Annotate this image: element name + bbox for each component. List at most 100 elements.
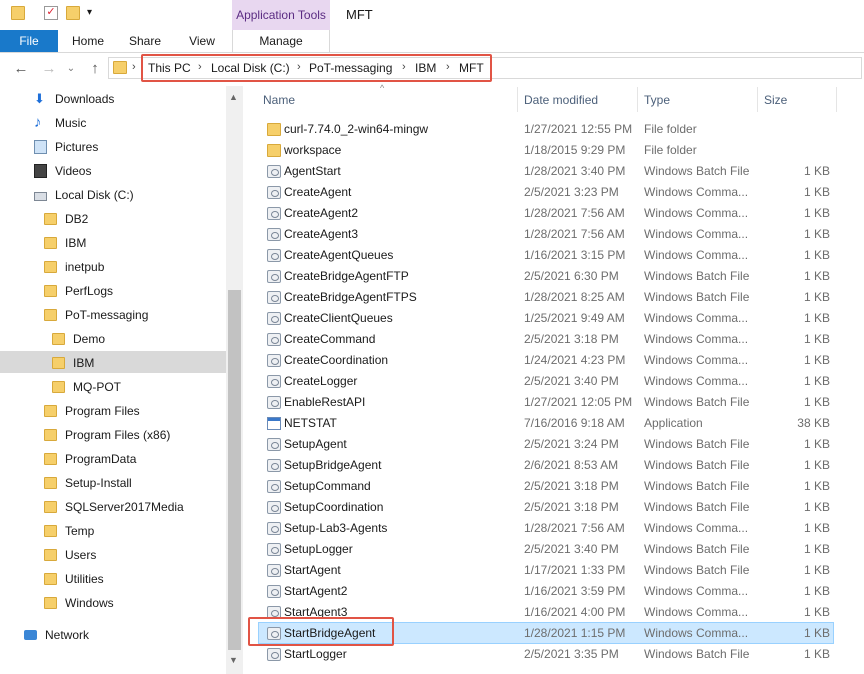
file-type: Windows Comma... — [644, 374, 749, 388]
column-divider[interactable] — [836, 87, 837, 112]
file-size: 1 KB — [803, 563, 830, 577]
folder-icon[interactable] — [11, 6, 25, 20]
file-size: 1 KB — [803, 479, 830, 493]
file-size: 1 KB — [803, 248, 830, 262]
tab-file[interactable]: File — [0, 30, 58, 52]
folder-icon — [44, 405, 57, 417]
file-row[interactable]: CreateBridgeAgentFTPS 1/28/2021 8:25 AM Wi… — [258, 287, 834, 308]
nav-item-label: Pictures — [55, 140, 99, 154]
file-name: SetupAgent — [284, 437, 347, 451]
batch-file-icon — [267, 585, 281, 598]
batch-file-icon — [267, 648, 281, 661]
new-folder-icon[interactable] — [66, 6, 80, 20]
download-arrow-icon: ⬇ — [34, 91, 45, 106]
file-type: Windows Batch File — [644, 500, 750, 514]
scroll-down-icon[interactable]: ▼ — [229, 655, 238, 665]
file-row[interactable]: curl-7.74.0_2-win64-mingw 1/27/2021 12:55… — [258, 119, 834, 140]
nav-item-label: Program Files — [65, 404, 140, 418]
batch-file-icon — [267, 270, 281, 283]
batch-file-icon — [267, 249, 281, 262]
title-bar: ✓ ▾ Application Tools MFT — [0, 0, 864, 30]
batch-file-icon — [267, 480, 281, 493]
file-row[interactable]: CreateLogger 2/5/2021 3:40 PM Windows Comm… — [258, 371, 834, 392]
chevron-right-icon[interactable]: › — [132, 61, 136, 73]
folder-icon — [44, 573, 57, 585]
up-button[interactable]: ↑ — [86, 60, 104, 78]
file-size: 1 KB — [803, 458, 830, 472]
file-row[interactable]: SetupCommand 2/5/2021 3:18 PM Windows Batc… — [258, 476, 834, 497]
file-date-modified: 1/28/2021 7:56 AM — [524, 521, 625, 535]
file-row[interactable]: EnableRestAPI 1/27/2021 12:05 PM Windows B… — [258, 392, 834, 413]
folder-icon — [44, 453, 57, 465]
file-type: Windows Comma... — [644, 521, 749, 535]
file-row[interactable]: NETSTAT 7/16/2016 9:18 AM Application 38 KB — [258, 413, 834, 434]
recent-locations-button[interactable]: ⌄ — [62, 60, 80, 78]
file-date-modified: 2/5/2021 3:35 PM — [524, 647, 619, 661]
file-row[interactable]: CreateAgentQueues 1/16/2021 3:15 PM Window… — [258, 245, 834, 266]
nav-item-label: Local Disk (C:) — [55, 188, 134, 202]
file-size: 38 KB — [797, 416, 830, 430]
file-type: Windows Batch File — [644, 290, 750, 304]
file-type: Windows Comma... — [644, 605, 749, 619]
batch-file-icon — [267, 543, 281, 556]
file-date-modified: 1/18/2015 9:29 PM — [524, 143, 626, 157]
file-date-modified: 2/5/2021 3:40 PM — [524, 374, 619, 388]
batch-file-icon — [267, 459, 281, 472]
file-type: Windows Batch File — [644, 269, 750, 283]
file-type: Windows Comma... — [644, 248, 749, 262]
file-row[interactable]: StartAgent2 1/16/2021 3:59 PM Windows Comm… — [258, 581, 834, 602]
customize-quick-access-icon[interactable]: ▾ — [87, 6, 101, 20]
file-size: 1 KB — [803, 332, 830, 346]
file-row[interactable]: SetupCoordination 2/5/2021 3:18 PM Windows… — [258, 497, 834, 518]
file-row[interactable]: StartLogger 2/5/2021 3:35 PM Windows Batch… — [258, 644, 834, 665]
column-divider[interactable] — [637, 87, 638, 112]
folder-icon — [113, 61, 127, 74]
file-row[interactable]: workspace 1/18/2015 9:29 PM File folder — [258, 140, 834, 161]
folder-icon — [52, 333, 65, 345]
nav-item-label: Downloads — [55, 92, 115, 106]
scroll-up-icon[interactable]: ▲ — [229, 92, 238, 102]
file-row[interactable]: CreateAgent 2/5/2021 3:23 PM Windows Comma… — [258, 182, 834, 203]
nav-item-label: IBM — [73, 356, 95, 370]
file-row[interactable]: CreateAgent3 1/28/2021 7:56 AM Windows Com… — [258, 224, 834, 245]
column-size[interactable]: Size — [764, 90, 787, 110]
nav-item-label: PoT-messaging — [65, 308, 149, 322]
file-type: Windows Comma... — [644, 626, 749, 640]
column-name[interactable]: Name — [263, 90, 295, 110]
back-button[interactable]: ← — [12, 60, 30, 78]
network-icon — [24, 630, 37, 640]
file-row[interactable]: StartAgent 1/17/2021 1:33 PM Windows Batch… — [258, 560, 834, 581]
pictures-icon — [34, 140, 47, 154]
column-divider[interactable] — [517, 87, 518, 112]
file-date-modified: 1/27/2021 12:05 PM — [524, 395, 633, 409]
file-row[interactable]: SetupLogger 2/5/2021 3:40 PM Windows Batch… — [258, 539, 834, 560]
column-divider[interactable] — [757, 87, 758, 112]
file-type: Windows Comma... — [644, 206, 749, 220]
tab-manage[interactable]: Manage — [232, 30, 330, 52]
file-row[interactable]: CreateClientQueues 1/25/2021 9:49 AM Windo… — [258, 308, 834, 329]
nav-item-label: Music — [55, 116, 87, 130]
file-row[interactable]: SetupBridgeAgent 2/6/2021 8:53 AM Windows … — [258, 455, 834, 476]
tab-home[interactable]: Home — [62, 30, 114, 52]
column-type[interactable]: Type — [644, 90, 670, 110]
file-type: Windows Comma... — [644, 584, 749, 598]
properties-icon[interactable]: ✓ — [44, 6, 58, 20]
file-row[interactable]: CreateAgent2 1/28/2021 7:56 AM Windows Com… — [258, 203, 834, 224]
file-row[interactable]: SetupAgent 2/5/2021 3:24 PM Windows Batch … — [258, 434, 834, 455]
tab-view[interactable]: View — [176, 30, 228, 52]
column-date-modified[interactable]: Date modified — [524, 90, 598, 110]
forward-button[interactable]: → — [40, 60, 58, 78]
file-row[interactable]: CreateBridgeAgentFTP 2/5/2021 6:30 PM Wind… — [258, 266, 834, 287]
file-date-modified: 2/5/2021 3:18 PM — [524, 500, 619, 514]
tab-share[interactable]: Share — [118, 30, 172, 52]
folder-icon — [44, 525, 57, 537]
folder-icon — [267, 144, 281, 157]
file-date-modified: 1/25/2021 9:49 AM — [524, 311, 625, 325]
nav-scrollbar-thumb[interactable] — [228, 290, 241, 650]
file-row[interactable]: CreateCommand 2/5/2021 3:18 PM Windows Com… — [258, 329, 834, 350]
file-row[interactable]: CreateCoordination 1/24/2021 4:23 PM Windo… — [258, 350, 834, 371]
file-row[interactable]: Setup-Lab3-Agents 1/28/2021 7:56 AM Window… — [258, 518, 834, 539]
file-date-modified: 2/5/2021 3:23 PM — [524, 185, 619, 199]
file-size: 1 KB — [803, 605, 830, 619]
file-row[interactable]: AgentStart 1/28/2021 3:40 PM Windows Batch… — [258, 161, 834, 182]
